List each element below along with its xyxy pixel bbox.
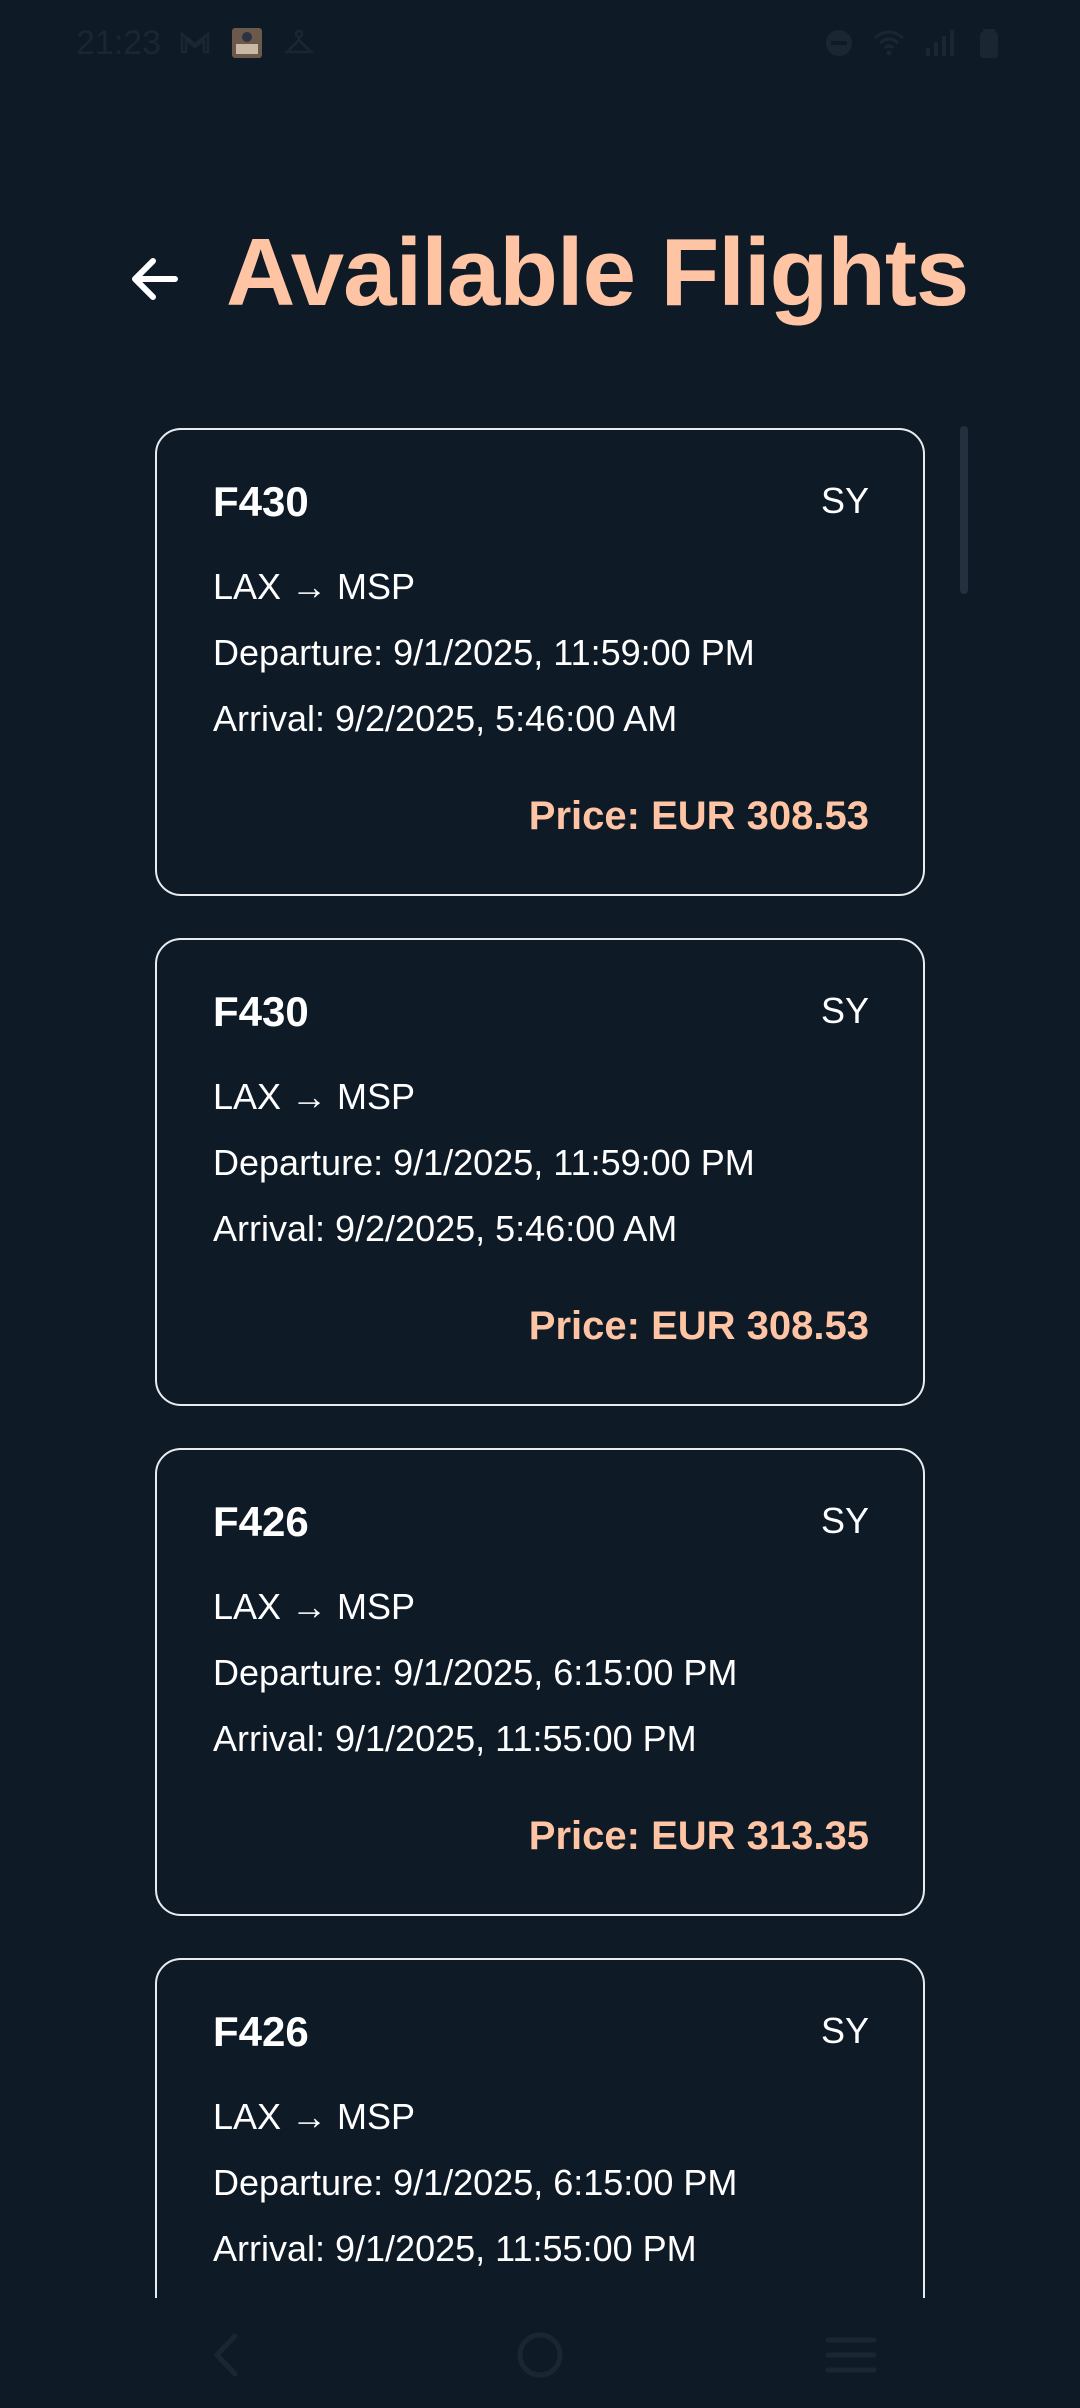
back-button[interactable] (120, 244, 190, 314)
system-nav-bar (0, 2298, 1080, 2408)
header: Available Flights (0, 200, 1080, 350)
airline-code: SY (820, 480, 869, 521)
flight-route: LAX → MSP (213, 566, 416, 607)
flight-price: Price: EUR 308.53 (528, 794, 869, 838)
flight-number: F426 (213, 2008, 309, 2055)
status-time: 21:23 (76, 24, 162, 62)
nav-recents-button[interactable] (816, 2320, 886, 2390)
airline-code: SY (820, 2010, 869, 2051)
arrow-left-icon (132, 258, 178, 300)
photo-thumbnail-icon (230, 26, 264, 60)
status-right-icons (822, 26, 1006, 60)
flight-number: F430 (213, 478, 309, 525)
flight-price: Price: EUR 308.53 (528, 1304, 869, 1348)
status-bar: 21:23 (0, 0, 1080, 90)
nav-back-icon (214, 2333, 238, 2377)
flight-list[interactable]: F430 SY LAX → MSP Departure: 9/1/2025, 1… (0, 426, 1080, 2298)
battery-icon (972, 26, 1006, 60)
flight-route: LAX → MSP (213, 2096, 416, 2137)
dnd-icon (822, 26, 856, 60)
airline-code: SY (820, 990, 869, 1031)
nav-home-icon (517, 2332, 563, 2378)
hanger-icon (282, 26, 316, 60)
nav-recents-icon (825, 2337, 877, 2373)
flight-number: F426 (213, 1498, 309, 1545)
departure-time: Departure: 9/1/2025, 11:59:00 PM (213, 1142, 755, 1183)
arrival-time: Arrival: 9/1/2025, 11:55:00 PM (213, 2228, 697, 2269)
flight-card[interactable]: F430 SY LAX → MSP Departure: 9/1/2025, 1… (155, 938, 925, 1406)
nav-back-button[interactable] (193, 2320, 263, 2390)
page-title: Available Flights (226, 219, 969, 326)
flight-card[interactable]: F426 SY LAX → MSP Departure: 9/1/2025, 6… (155, 1958, 925, 2298)
flight-card[interactable]: F430 SY LAX → MSP Departure: 9/1/2025, 1… (155, 428, 925, 896)
arrival-time: Arrival: 9/1/2025, 11:55:00 PM (213, 1718, 697, 1759)
flight-card[interactable]: F426 SY LAX → MSP Departure: 9/1/2025, 6… (155, 1448, 925, 1916)
departure-time: Departure: 9/1/2025, 11:59:00 PM (213, 632, 755, 673)
flight-number: F430 (213, 988, 309, 1035)
arrival-time: Arrival: 9/2/2025, 5:46:00 AM (213, 698, 678, 739)
mail-icon (178, 26, 212, 60)
flight-route: LAX → MSP (213, 1586, 416, 1627)
departure-time: Departure: 9/1/2025, 6:15:00 PM (213, 1652, 738, 1693)
signal-icon (922, 26, 956, 60)
airline-code: SY (820, 1500, 869, 1541)
wifi-icon (872, 26, 906, 60)
arrival-time: Arrival: 9/2/2025, 5:46:00 AM (213, 1208, 678, 1249)
status-left-icons (178, 26, 316, 60)
departure-time: Departure: 9/1/2025, 6:15:00 PM (213, 2162, 738, 2203)
screen: 21:23 Available Flights F430 SY LAX → MS… (0, 0, 1080, 2408)
flight-price: Price: EUR 313.35 (528, 1814, 869, 1858)
nav-home-button[interactable] (505, 2320, 575, 2390)
flight-route: LAX → MSP (213, 1076, 416, 1117)
